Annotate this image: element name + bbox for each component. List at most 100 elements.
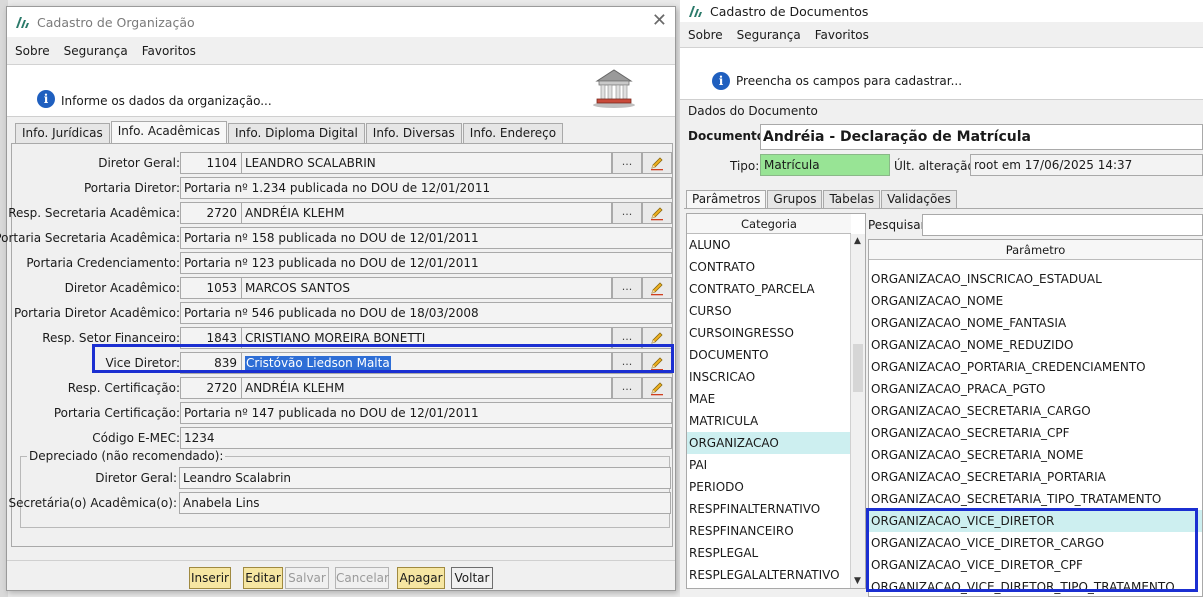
categoria-item[interactable]: ORGANIZACAO: [687, 432, 851, 454]
field-value[interactable]: Portaria nº 1.234 publicada no DOU de 12…: [180, 177, 672, 199]
field-value[interactable]: 1234: [180, 427, 672, 449]
categoria-item[interactable]: ALUNO: [687, 234, 851, 256]
tab-info-diploma-digital[interactable]: Info. Diploma Digital: [228, 123, 365, 143]
tab-info-endere-o[interactable]: Info. Endereço: [462, 123, 564, 143]
parametro-items: ORGANIZACAO_INSCRICAO_ESTADUAL ORGANIZACA…: [869, 268, 1202, 596]
field-label: Resp. Secretaria Acadêmica:: [8, 206, 180, 220]
voltar-button[interactable]: Voltar: [451, 567, 493, 589]
lookup-button[interactable]: ...: [612, 327, 642, 349]
categoria-item[interactable]: CURSOINGRESSO: [687, 322, 851, 344]
parametro-item[interactable]: ORGANIZACAO_SECRETARIA_TIPO_TRATAMENTO: [869, 488, 1202, 510]
parametro-item[interactable]: ORGANIZACAO_SECRETARIA_CPF: [869, 422, 1202, 444]
parametro-item[interactable]: ORGANIZACAO_SECRETARIA_NOME: [869, 444, 1202, 466]
inserir-button[interactable]: Inserir: [189, 567, 231, 589]
menu-sobre[interactable]: Sobre: [688, 28, 723, 42]
tab-valida-es[interactable]: Validações: [881, 190, 957, 208]
categoria-list[interactable]: Categoria ALUNO CONTRATO CONTRATO_PARCELA C…: [686, 213, 866, 589]
search-input[interactable]: [922, 214, 1203, 236]
tab-info-acad-micas[interactable]: Info. Acadêmicas: [110, 121, 228, 143]
field-value[interactable]: LEANDRO SCALABRIN: [241, 152, 612, 174]
field-label: Diretor Acadêmico:: [64, 281, 180, 295]
categoria-item[interactable]: CONTRATO_PARCELA: [687, 278, 851, 300]
editar-button[interactable]: Editar: [243, 567, 283, 589]
tab-info-diversas[interactable]: Info. Diversas: [365, 123, 462, 143]
categoria-scrollbar[interactable]: ▲ ▼: [850, 234, 865, 588]
scroll-up-icon[interactable]: ▲: [854, 236, 861, 246]
field-code[interactable]: 1843: [180, 327, 242, 349]
organizacao-window: Cadastro de Organização ✕ Sobre Segurança…: [0, 6, 676, 591]
field-code[interactable]: 1104: [180, 152, 242, 174]
categoria-item[interactable]: CONTRATO: [687, 256, 851, 278]
menu-favoritos[interactable]: Favoritos: [142, 44, 196, 58]
parametro-item[interactable]: ORGANIZACAO_NOME: [869, 290, 1202, 312]
scroll-thumb[interactable]: [853, 344, 863, 392]
field-value[interactable]: ANDRÉIA KLEHM: [241, 377, 612, 399]
tipo-field[interactable]: Matrícula: [760, 154, 890, 176]
edit-pencil-icon[interactable]: [642, 277, 672, 299]
edit-pencil-icon[interactable]: [642, 327, 672, 349]
parametro-item[interactable]: ORGANIZACAO_VICE_DIRETOR_CPF: [869, 554, 1202, 576]
scroll-down-icon[interactable]: ▼: [854, 576, 861, 586]
lookup-button[interactable]: ...: [612, 277, 642, 299]
categoria-item[interactable]: RESPFINALTERNATIVO: [687, 498, 851, 520]
menu-segurança[interactable]: Segurança: [64, 44, 128, 58]
lookup-button[interactable]: ...: [612, 352, 642, 374]
lookup-button[interactable]: ...: [612, 377, 642, 399]
parametro-list[interactable]: Parâmetro ORGANIZACAO_INSCRICAO_ESTADUAL…: [868, 239, 1203, 597]
categoria-item[interactable]: CURSO: [687, 300, 851, 322]
field-label: Portaria Diretor:: [83, 181, 180, 195]
categoria-item[interactable]: RESPLEGALALTERNATIVO: [687, 564, 851, 586]
lookup-button[interactable]: ...: [612, 152, 642, 174]
field-value[interactable]: ANDRÉIA KLEHM: [241, 202, 612, 224]
categoria-header[interactable]: Categoria: [687, 214, 851, 234]
field-value[interactable]: MARCOS SANTOS: [241, 277, 612, 299]
categoria-item[interactable]: PAI: [687, 454, 851, 476]
edit-pencil-icon[interactable]: [642, 152, 672, 174]
parametro-item[interactable]: ORGANIZACAO_INSCRICAO_ESTADUAL: [869, 268, 1202, 290]
field-code[interactable]: 839: [180, 352, 242, 374]
dep-secretaria-field[interactable]: Anabela Lins: [179, 492, 671, 514]
tab-tabelas[interactable]: Tabelas: [823, 190, 881, 208]
parametro-item[interactable]: ORGANIZACAO_SECRETARIA_CARGO: [869, 400, 1202, 422]
menu-segurança[interactable]: Segurança: [737, 28, 801, 42]
lookup-button[interactable]: ...: [612, 202, 642, 224]
parametro-header[interactable]: Parâmetro: [869, 240, 1202, 260]
parametro-item[interactable]: ORGANIZACAO_PORTARIA_CREDENCIAMENTO: [869, 356, 1202, 378]
field-value[interactable]: Portaria nº 147 publicada no DOU de 12/0…: [180, 402, 672, 424]
categoria-item[interactable]: INSCRICAO: [687, 366, 851, 388]
parametro-item[interactable]: ORGANIZACAO_NOME_REDUZIDO: [869, 334, 1202, 356]
edit-pencil-icon[interactable]: [642, 377, 672, 399]
field-code[interactable]: 2720: [180, 202, 242, 224]
field-value[interactable]: Portaria nº 546 publicada no DOU de 18/0…: [180, 302, 672, 324]
field-code[interactable]: 2720: [180, 377, 242, 399]
parametro-item[interactable]: ORGANIZACAO_VICE_DIRETOR_TIPO_TRATAMENTO: [869, 576, 1202, 596]
tab-info-jur-dicas[interactable]: Info. Jurídicas: [15, 123, 110, 143]
field-value[interactable]: Cristóvão Liedson Malta: [241, 352, 612, 374]
tab-par-metros[interactable]: Parâmetros: [686, 190, 767, 208]
salvar-button: Salvar: [285, 567, 329, 589]
field-code[interactable]: 1053: [180, 277, 242, 299]
categoria-item[interactable]: PERIODO: [687, 476, 851, 498]
dep-diretor-geral-field[interactable]: Leandro Scalabrin: [179, 467, 671, 489]
categoria-item[interactable]: MAE: [687, 388, 851, 410]
menu-favoritos[interactable]: Favoritos: [815, 28, 869, 42]
parametro-item[interactable]: ORGANIZACAO_SECRETARIA_PORTARIA: [869, 466, 1202, 488]
categoria-item[interactable]: MATRICULA: [687, 410, 851, 432]
edit-pencil-icon[interactable]: [642, 202, 672, 224]
parametro-item[interactable]: ORGANIZACAO_NOME_FANTASIA: [869, 312, 1202, 334]
apagar-button[interactable]: Apagar: [397, 567, 445, 589]
tab-grupos[interactable]: Grupos: [767, 190, 823, 208]
field-value[interactable]: Portaria nº 158 publicada no DOU de 12/0…: [180, 227, 672, 249]
categoria-item[interactable]: RESPLEGAL: [687, 542, 851, 564]
parametro-item[interactable]: ORGANIZACAO_VICE_DIRETOR: [869, 510, 1202, 532]
close-icon[interactable]: ✕: [652, 12, 667, 30]
categoria-item[interactable]: RESPFINANCEIRO: [687, 520, 851, 542]
field-value[interactable]: Portaria nº 123 publicada no DOU de 12/0…: [180, 252, 672, 274]
edit-pencil-icon[interactable]: [642, 352, 672, 374]
parametro-item[interactable]: ORGANIZACAO_VICE_DIRETOR_CARGO: [869, 532, 1202, 554]
categoria-item[interactable]: DOCUMENTO: [687, 344, 851, 366]
parametro-item[interactable]: ORGANIZACAO_PRACA_PGTO: [869, 378, 1202, 400]
documento-field[interactable]: Andréia - Declaração de Matrícula: [760, 124, 1203, 150]
field-value[interactable]: CRISTIANO MOREIRA BONETTI: [241, 327, 612, 349]
menu-sobre[interactable]: Sobre: [15, 44, 50, 58]
